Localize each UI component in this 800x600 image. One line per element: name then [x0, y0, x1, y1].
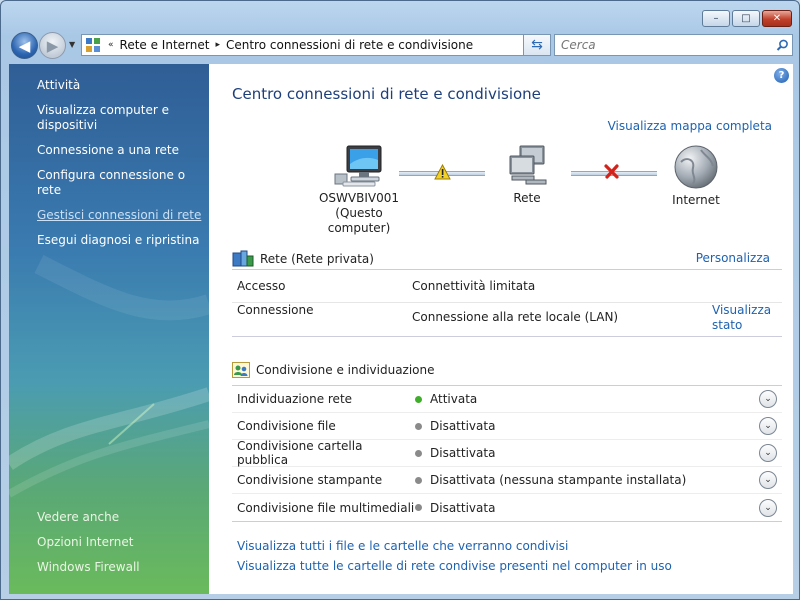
page-title: Centro connessioni di rete e condivision…: [232, 85, 541, 103]
sharing-row-status: Disattivata (nessuna stampante installat…: [430, 473, 687, 487]
sidebar-item-diagnose-repair[interactable]: Esegui diagnosi e ripristina: [37, 233, 207, 248]
network-name: Rete: [513, 191, 541, 205]
help-icon[interactable]: ?: [774, 68, 789, 83]
sharing-row-file-sharing: Condivisione file Disattivata ⌄: [232, 413, 782, 440]
access-value: Connettività limitata: [412, 279, 536, 293]
search-input[interactable]: Cerca: [561, 38, 772, 52]
address-bar[interactable]: « Rete e Internet ▸ Centro connessioni d…: [81, 34, 551, 56]
sharing-table: Individuazione rete Attivata ⌄ Condivisi…: [232, 385, 782, 522]
disconnected-x-icon[interactable]: [604, 163, 620, 182]
computer-icon: [334, 145, 382, 187]
close-button[interactable]: ✕: [762, 10, 792, 27]
warning-icon[interactable]: [434, 163, 451, 183]
sidebar-heading-see-also: Vedere anche: [37, 510, 120, 524]
view-shared-files-link[interactable]: Visualizza tutti i file e le cartelle ch…: [237, 539, 672, 553]
breadcrumb-item-rete-internet[interactable]: Rete e Internet: [120, 38, 210, 52]
expand-chevron-icon[interactable]: ⌄: [759, 417, 777, 435]
connection-label: Connessione: [237, 303, 314, 317]
window-frame: – □ ✕ ◀ ▶ ▼ « Rete e Internet ▸ Centro c…: [0, 0, 800, 600]
breadcrumb-separator-icon[interactable]: ▸: [215, 40, 220, 50]
internet-label: Internet: [672, 193, 720, 207]
breadcrumb-overflow[interactable]: «: [108, 40, 114, 50]
expand-chevron-icon[interactable]: ⌄: [759, 498, 777, 517]
sharing-row-label: Condivisione file: [237, 419, 336, 433]
sidebar-item-setup-connection[interactable]: Configura connessione o rete: [37, 168, 207, 198]
expand-chevron-icon[interactable]: ⌄: [759, 444, 777, 462]
network-map: OSWVBIV001 (Questo computer) Rete Intern…: [209, 144, 793, 235]
sharing-row-status: Disattivata: [430, 446, 496, 460]
network-row-connection: Connessione Connessione alla rete locale…: [232, 302, 782, 336]
expand-chevron-icon[interactable]: ⌄: [759, 390, 777, 408]
bottom-links: Visualizza tutti i file e le cartelle ch…: [237, 539, 672, 579]
sharing-section-header: Condivisione e individuazione: [232, 362, 435, 378]
status-dot-icon: [415, 504, 422, 511]
view-full-map-link[interactable]: Visualizza mappa completa: [608, 119, 772, 133]
sharing-section-title: Condivisione e individuazione: [256, 363, 435, 377]
sharing-row-label: Condivisione stampante: [237, 473, 383, 487]
sharing-row-media: Condivisione file multimediali Disattiva…: [232, 494, 782, 521]
refresh-button[interactable]: ⇆: [523, 34, 551, 56]
maximize-button[interactable]: □: [732, 10, 760, 27]
sharing-row-public-folder: Condivisione cartella pubblica Disattiva…: [232, 439, 782, 467]
forward-button[interactable]: ▶: [39, 32, 66, 59]
status-dot-icon: [415, 476, 422, 484]
network-computers-icon: [509, 145, 547, 185]
navigation-bar: ◀ ▶ ▼ « Rete e Internet ▸ Centro conness…: [9, 31, 793, 59]
sharing-row-status: Attivata: [430, 392, 478, 406]
network-section-header: Rete (Rete privata): [232, 250, 374, 268]
sharing-row-label: Condivisione file multimediali: [237, 500, 415, 515]
sidebar-item-connect-network[interactable]: Connessione a una rete: [37, 143, 207, 158]
status-dot-icon: [415, 422, 422, 430]
control-panel-icon: [82, 35, 104, 55]
map-node-internet[interactable]: Internet: [661, 144, 731, 208]
view-status-link[interactable]: Visualizza stato: [712, 303, 777, 336]
sharing-row-network-discovery: Individuazione rete Attivata ⌄: [232, 386, 782, 413]
map-node-computer[interactable]: OSWVBIV001 (Questo computer): [304, 144, 414, 236]
sidebar-heading-tasks: Attività: [37, 78, 81, 92]
globe-icon: [674, 145, 718, 189]
computer-subtitle: (Questo computer): [327, 206, 391, 235]
task-pane: Attività Visualizza computer e dispositi…: [9, 64, 209, 594]
status-dot-icon: [415, 449, 422, 457]
connection-value[interactable]: Connessione alla rete locale (LAN): [412, 303, 712, 336]
back-arrow-icon: ◀: [18, 36, 31, 55]
sharing-row-printer: Condivisione stampante Disattivata (ness…: [232, 467, 782, 494]
search-icon[interactable]: [772, 39, 792, 52]
sidebar-item-windows-firewall[interactable]: Windows Firewall: [37, 560, 207, 575]
back-button[interactable]: ◀: [11, 32, 38, 59]
refresh-icon: ⇆: [531, 37, 543, 53]
sidebar-item-manage-connections[interactable]: Gestisci connessioni di rete: [37, 208, 207, 223]
status-dot-icon: [415, 395, 422, 403]
minimize-button[interactable]: –: [702, 10, 730, 27]
access-label: Accesso: [237, 279, 286, 293]
sharing-users-icon: [232, 362, 250, 378]
network-row-access: Accesso Connettività limitata: [232, 270, 782, 302]
network-section-title: Rete (Rete privata): [260, 252, 374, 266]
sharing-row-label: Condivisione cartella pubblica: [237, 439, 363, 467]
sidebar-item-view-computers[interactable]: Visualizza computer e dispositivi: [37, 103, 207, 133]
sharing-row-label: Individuazione rete: [237, 392, 353, 406]
search-box[interactable]: Cerca: [554, 34, 793, 56]
sidebar-item-internet-options[interactable]: Opzioni Internet: [37, 535, 207, 550]
customize-link[interactable]: Personalizza: [696, 251, 770, 265]
main-content: ? Centro connessioni di rete e condivisi…: [209, 64, 793, 594]
breadcrumb-item-centro-connessioni[interactable]: Centro connessioni di rete e condivision…: [226, 38, 473, 52]
forward-arrow-icon: ▶: [46, 36, 59, 55]
network-details-table: Accesso Connettività limitata Connession…: [232, 269, 782, 337]
sharing-row-status: Disattivata: [430, 500, 496, 515]
computer-name: OSWVBIV001: [318, 191, 400, 205]
expand-chevron-icon[interactable]: ⌄: [759, 471, 777, 489]
caption-buttons: – □ ✕: [702, 10, 792, 27]
map-node-network[interactable]: Rete: [489, 144, 565, 206]
view-shared-folders-link[interactable]: Visualizza tutte le cartelle di rete con…: [237, 559, 672, 573]
recent-pages-dropdown[interactable]: ▼: [69, 40, 75, 49]
sharing-row-status: Disattivata: [430, 419, 496, 433]
network-bench-icon: [232, 250, 254, 267]
